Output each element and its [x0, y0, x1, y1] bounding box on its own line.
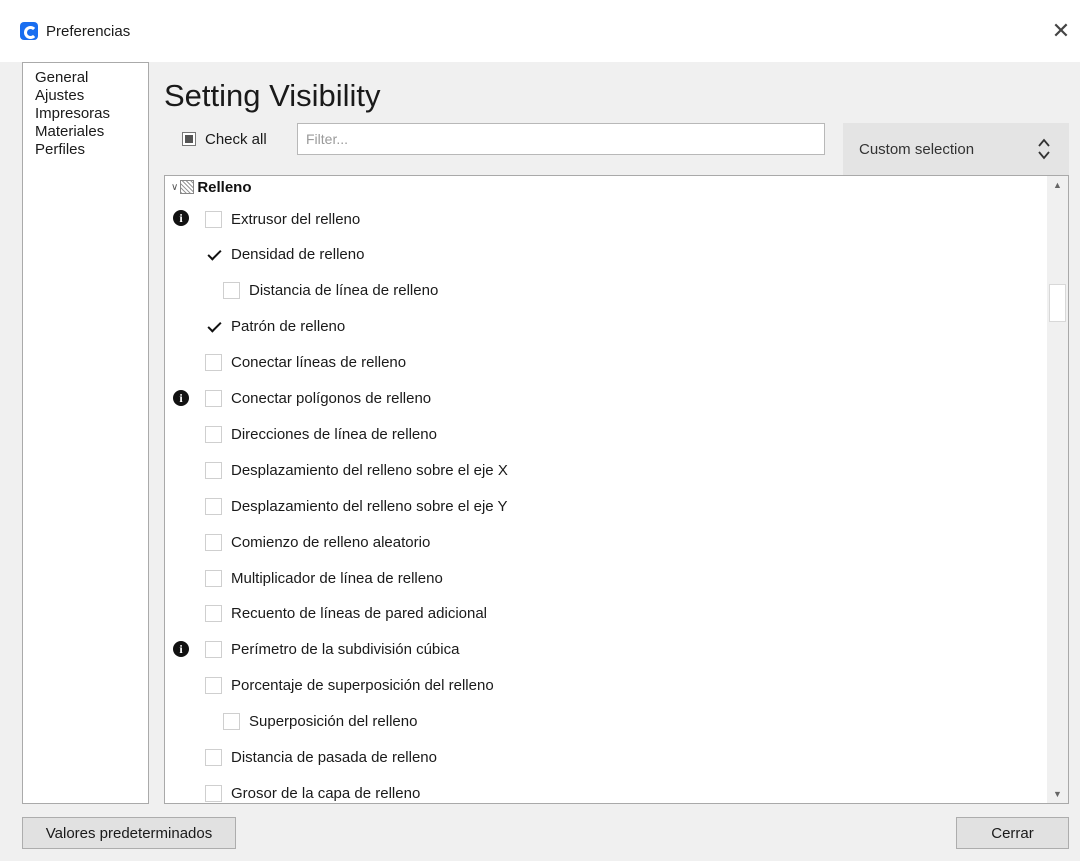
info-icon[interactable]: i — [173, 640, 189, 657]
setting-row[interactable]: Comienzo de relleno aleatorio — [165, 527, 430, 557]
setting-label: Patrón de relleno — [231, 318, 346, 336]
setting-row[interactable]: Desplazamiento del relleno sobre el eje … — [165, 491, 508, 521]
nav-item-perfiles[interactable]: Perfiles — [23, 141, 148, 159]
visibility-preset-select[interactable]: Custom selection — [843, 123, 1069, 175]
unchecked-checkbox[interactable] — [205, 569, 222, 587]
settings-visibility-list: ∨ Relleno i Extrusor del relleno Densidad … — [164, 175, 1069, 804]
unchecked-checkbox[interactable] — [223, 282, 240, 300]
unchecked-checkbox[interactable] — [223, 713, 240, 731]
unchecked-checkbox[interactable] — [205, 390, 222, 407]
unchecked-checkbox[interactable] — [205, 497, 222, 515]
unchecked-checkbox[interactable] — [205, 641, 222, 659]
category-row-relleno[interactable]: ∨ Relleno — [171, 176, 252, 198]
setting-row[interactable]: Multiplicador de línea de relleno — [165, 563, 443, 593]
infill-category-icon — [180, 180, 195, 194]
unchecked-checkbox[interactable] — [205, 210, 222, 228]
setting-row[interactable]: Patrón de relleno — [165, 312, 345, 342]
unchecked-checkbox[interactable] — [205, 677, 222, 695]
checked-checkbox[interactable] — [205, 246, 222, 264]
unchecked-checkbox[interactable] — [205, 784, 222, 802]
setting-label: Conectar polígonos de relleno — [231, 390, 432, 407]
setting-label: Conectar líneas de relleno — [231, 354, 407, 372]
unchecked-checkbox[interactable] — [205, 354, 222, 372]
preferences-nav-list: General Ajustes Impresoras Materiales Pe… — [22, 62, 149, 804]
setting-label: Perímetro de la subdivisión cúbica — [231, 641, 460, 659]
setting-row[interactable]: Porcentaje de superposición del relleno — [165, 671, 494, 701]
nav-item-ajustes[interactable]: Ajustes — [23, 87, 148, 105]
app-logo-icon — [20, 22, 38, 40]
setting-row[interactable]: Distancia de pasada de relleno — [165, 743, 437, 773]
scroll-down-arrow-icon[interactable]: ▼ — [1047, 785, 1068, 803]
check-all-label: Check all — [205, 130, 267, 148]
unchecked-checkbox[interactable] — [205, 605, 222, 623]
nav-item-materiales[interactable]: Materiales — [23, 123, 148, 141]
setting-row[interactable]: Direcciones de línea de relleno — [165, 419, 437, 449]
scrollbar-thumb[interactable] — [1049, 284, 1066, 322]
restore-defaults-button[interactable]: Valores predeterminados — [22, 817, 236, 849]
scroll-up-arrow-icon[interactable]: ▲ — [1047, 176, 1068, 194]
unchecked-checkbox[interactable] — [205, 533, 222, 551]
check-all-checkbox[interactable]: Check all — [182, 128, 267, 150]
vertical-scrollbar[interactable]: ▲ ▼ — [1047, 176, 1068, 803]
setting-row[interactable]: Distancia de línea de relleno — [165, 276, 438, 306]
setting-row[interactable]: Recuento de líneas de pared adicional — [165, 599, 487, 629]
setting-label: Desplazamiento del relleno sobre el eje … — [231, 461, 508, 479]
window-title: Preferencias — [46, 23, 131, 40]
setting-label: Extrusor del relleno — [231, 210, 361, 228]
setting-label: Direcciones de línea de relleno — [231, 425, 437, 443]
setting-row[interactable]: i Perímetro de la subdivisión cúbica — [165, 635, 459, 665]
checked-checkbox[interactable] — [205, 318, 222, 336]
setting-row[interactable]: Conectar líneas de relleno — [165, 348, 406, 378]
unchecked-checkbox[interactable] — [205, 749, 222, 766]
setting-row[interactable]: i Extrusor del relleno — [165, 204, 360, 234]
up-down-chevron-icon — [1038, 138, 1050, 160]
partial-check-icon — [182, 132, 196, 146]
setting-row[interactable]: Superposición del relleno — [165, 707, 417, 737]
close-window-button[interactable]: ✕ — [1046, 16, 1076, 46]
page-title: Setting Visibility — [164, 78, 381, 113]
filter-input[interactable] — [297, 123, 825, 155]
close-button[interactable]: Cerrar — [956, 817, 1069, 849]
setting-label: Multiplicador de línea de relleno — [231, 569, 443, 587]
setting-label: Recuento de líneas de pared adicional — [231, 605, 488, 623]
setting-label: Densidad de relleno — [231, 246, 365, 264]
setting-row[interactable]: Grosor de la capa de relleno — [165, 778, 421, 803]
unchecked-checkbox[interactable] — [205, 425, 222, 443]
nav-item-impresoras[interactable]: Impresoras — [23, 105, 148, 123]
preset-selected-value: Custom selection — [859, 141, 975, 158]
unchecked-checkbox[interactable] — [205, 461, 222, 479]
setting-row[interactable]: i Conectar polígonos de relleno — [165, 384, 431, 414]
setting-label: Porcentaje de superposición del relleno — [231, 677, 494, 695]
info-icon[interactable]: i — [173, 389, 189, 406]
setting-row[interactable]: Desplazamiento del relleno sobre el eje … — [165, 455, 508, 485]
setting-label: Desplazamiento del relleno sobre el eje … — [231, 497, 508, 515]
setting-label: Comienzo de relleno aleatorio — [231, 533, 431, 551]
setting-row[interactable]: Densidad de relleno — [165, 240, 364, 270]
nav-item-general[interactable]: General — [23, 69, 148, 87]
setting-label: Grosor de la capa de relleno — [231, 784, 421, 802]
setting-label: Superposición del relleno — [249, 713, 418, 731]
setting-label: Distancia de línea de relleno — [249, 282, 439, 300]
category-label: Relleno — [197, 178, 252, 196]
setting-label: Distancia de pasada de relleno — [231, 749, 437, 766]
chevron-down-icon[interactable]: ∨ — [171, 182, 178, 193]
title-bar: Preferencias ✕ — [0, 0, 1080, 62]
info-icon[interactable]: i — [173, 210, 189, 226]
